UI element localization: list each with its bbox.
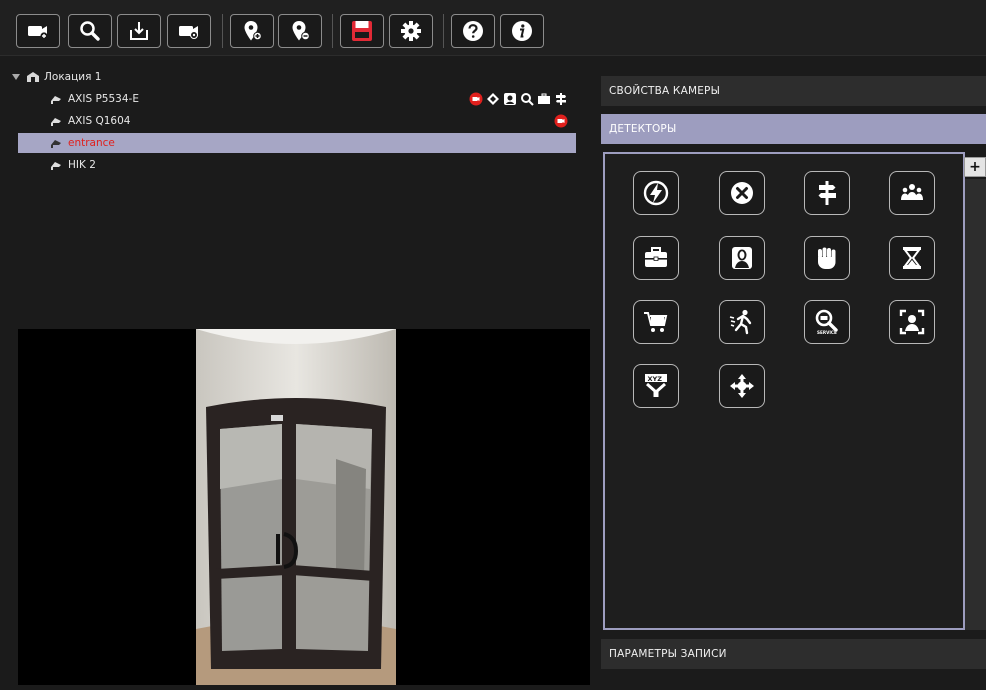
tree-camera-label: HIK 2 xyxy=(68,159,96,171)
service-camera-icon xyxy=(521,93,534,106)
running-man-icon xyxy=(729,309,752,335)
detector-running-man[interactable] xyxy=(719,300,765,344)
detector-face[interactable] xyxy=(719,236,765,280)
recording-params-header[interactable]: ПАРАМЕТРЫ ЗАПИСИ xyxy=(601,639,986,669)
toolbar-separator xyxy=(222,14,223,48)
hourglass-icon xyxy=(903,247,921,269)
detector-side-strip xyxy=(965,179,986,630)
detector-cart[interactable] xyxy=(633,300,679,344)
tree-location-label: Локация 1 xyxy=(44,71,102,83)
face-icon xyxy=(504,93,516,105)
detector-directions[interactable] xyxy=(719,364,765,408)
camera-tree: Локация 1 AXIS P5534-E AXIS Q1604 entran… xyxy=(10,58,580,326)
face-frame-icon xyxy=(899,309,925,335)
directions-icon xyxy=(730,374,754,398)
gear-icon xyxy=(401,21,421,41)
camera-icon xyxy=(51,162,61,170)
camera-icon xyxy=(51,118,61,126)
tree-camera-label: entrance xyxy=(68,137,115,149)
remove-location-button[interactable] xyxy=(278,14,322,48)
signpost-icon xyxy=(818,181,836,205)
toolbar-separator xyxy=(443,14,444,48)
tree-camera-label: AXIS Q1604 xyxy=(68,115,131,127)
detector-face-frame[interactable] xyxy=(889,300,935,344)
info-button[interactable] xyxy=(500,14,544,48)
detector-lightning[interactable] xyxy=(633,171,679,215)
cart-icon xyxy=(644,312,668,332)
camera-settings-button[interactable] xyxy=(167,14,211,48)
add-detector-button[interactable]: + xyxy=(964,157,986,177)
briefcase-icon xyxy=(645,247,667,267)
main-toolbar xyxy=(0,0,986,56)
location-building-icon xyxy=(27,72,39,82)
service-camera-icon: SERVICE xyxy=(815,309,838,335)
close-circle-icon xyxy=(731,182,753,204)
crowd-icon xyxy=(901,184,923,200)
recording-icon xyxy=(554,114,568,128)
camera-frame-image xyxy=(196,329,396,685)
add-location-button[interactable] xyxy=(230,14,274,48)
tree-camera-row[interactable]: AXIS P5534-E xyxy=(50,89,576,109)
detector-signpost[interactable] xyxy=(804,171,850,215)
detector-crowd[interactable] xyxy=(889,171,935,215)
plate-caption: XYZ xyxy=(648,375,663,383)
info-icon xyxy=(512,21,532,41)
directions-icon xyxy=(487,93,499,105)
settings-button[interactable] xyxy=(389,14,433,48)
tree-location-node[interactable]: Локация 1 xyxy=(10,67,568,87)
camera-properties-header[interactable]: СВОЙСТВА КАМЕРЫ xyxy=(601,76,986,106)
video-preview[interactable] xyxy=(18,329,590,685)
camera-status-icons xyxy=(554,114,568,128)
detector-fist[interactable] xyxy=(804,236,850,280)
toolbar-separator xyxy=(332,14,333,48)
location-add-icon xyxy=(244,21,262,41)
add-camera-button[interactable] xyxy=(16,14,60,48)
search-button[interactable] xyxy=(68,14,112,48)
detector-hourglass[interactable] xyxy=(889,236,935,280)
camera-settings-icon xyxy=(179,26,198,39)
save-icon xyxy=(352,21,372,41)
detector-plate[interactable]: XYZ xyxy=(633,364,679,408)
briefcase-icon xyxy=(538,93,550,104)
tree-camera-row[interactable]: HIK 2 xyxy=(50,155,576,175)
import-button[interactable] xyxy=(117,14,161,48)
help-icon xyxy=(463,21,483,41)
face-icon xyxy=(732,247,752,269)
help-button[interactable] xyxy=(451,14,495,48)
detectors-grid: SERVICE XYZ xyxy=(603,152,965,630)
lightning-icon xyxy=(643,180,669,206)
download-icon xyxy=(130,22,148,40)
save-button[interactable] xyxy=(340,14,384,48)
camera-properties-panel: СВОЙСТВА КАМЕРЫ ДЕТЕКТОРЫ SERVICE XYZ + … xyxy=(591,56,986,690)
camera-add-icon xyxy=(28,26,48,40)
service-caption: SERVICE xyxy=(817,330,837,335)
plate-xyz-icon: XYZ xyxy=(645,374,667,397)
recording-icon xyxy=(469,92,483,106)
detectors-header[interactable]: ДЕТЕКТОРЫ xyxy=(601,114,986,144)
tree-camera-label: AXIS P5534-E xyxy=(68,93,139,105)
caret-down-icon[interactable] xyxy=(12,73,20,81)
detector-briefcase[interactable] xyxy=(633,236,679,280)
tree-camera-row-selected[interactable]: entrance xyxy=(18,133,576,153)
camera-icon xyxy=(51,140,61,148)
signpost-icon xyxy=(556,93,566,105)
detector-service[interactable]: SERVICE xyxy=(804,300,850,344)
tree-camera-row[interactable]: AXIS Q1604 xyxy=(50,111,576,131)
camera-icon xyxy=(51,96,61,104)
search-icon xyxy=(80,21,100,41)
door-scene-image xyxy=(196,329,396,685)
camera-status-icons xyxy=(469,92,568,106)
fist-icon xyxy=(818,247,836,269)
detector-close[interactable] xyxy=(719,171,765,215)
location-remove-icon xyxy=(292,21,310,41)
